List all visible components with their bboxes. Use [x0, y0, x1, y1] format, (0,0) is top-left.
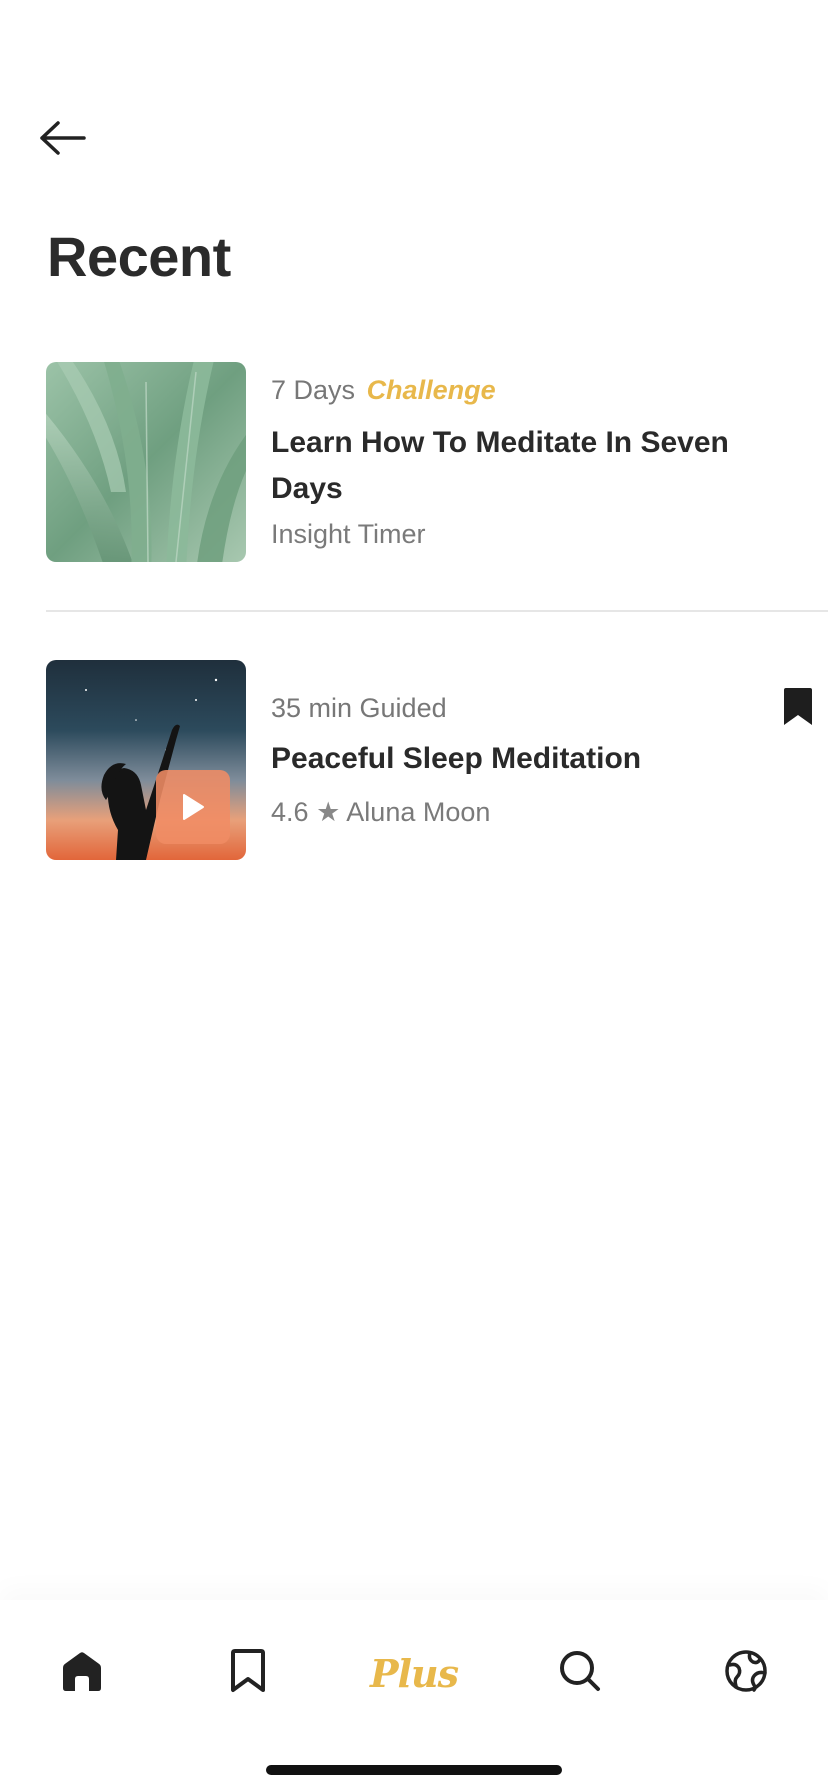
back-button[interactable] [40, 112, 100, 168]
item-rating-author: 4.6 ★ Aluna Moon [271, 794, 490, 830]
divider [46, 610, 828, 612]
page-title: Recent [47, 225, 231, 288]
item-duration: 7 Days [271, 375, 356, 405]
tab-community[interactable] [701, 1640, 791, 1706]
item-title[interactable]: Learn How To Meditate In Seven Days [271, 420, 791, 512]
item-author: Insight Timer [271, 519, 426, 549]
tab-search[interactable] [535, 1640, 625, 1706]
tab-saved[interactable] [203, 1640, 293, 1706]
item-author: Aluna Moon [346, 797, 491, 827]
tab-bar: Plus [0, 1600, 828, 1792]
plus-label: Plus [369, 1650, 459, 1696]
item-meta: 7 Days Challenge [271, 372, 496, 408]
home-indicator [266, 1765, 562, 1775]
globe-icon [724, 1649, 768, 1698]
play-icon [180, 792, 206, 822]
bookmark-icon [229, 1648, 267, 1698]
arrow-left-icon [40, 120, 88, 161]
bookmark-button[interactable] [768, 684, 828, 734]
agave-plant-image [46, 362, 246, 562]
search-icon [558, 1649, 602, 1698]
item-meta: 35 min Guided [271, 693, 447, 723]
bookmark-filled-icon [782, 687, 814, 732]
list-item[interactable]: 7 Days Challenge Learn How To Meditate I… [46, 362, 828, 562]
tab-plus[interactable]: Plus [369, 1640, 459, 1706]
item-title[interactable]: Peaceful Sleep Meditation [271, 736, 791, 782]
play-button[interactable] [156, 770, 230, 844]
star-icon: ★ [316, 797, 341, 827]
challenge-label: Challenge [366, 375, 496, 405]
list-item[interactable]: 35 min Guided Peaceful Sleep Meditation … [46, 660, 828, 860]
home-icon [59, 1648, 105, 1699]
tab-home[interactable] [37, 1640, 127, 1706]
night-sky-silhouette-image [46, 660, 246, 860]
rating-value: 4.6 [271, 797, 309, 827]
